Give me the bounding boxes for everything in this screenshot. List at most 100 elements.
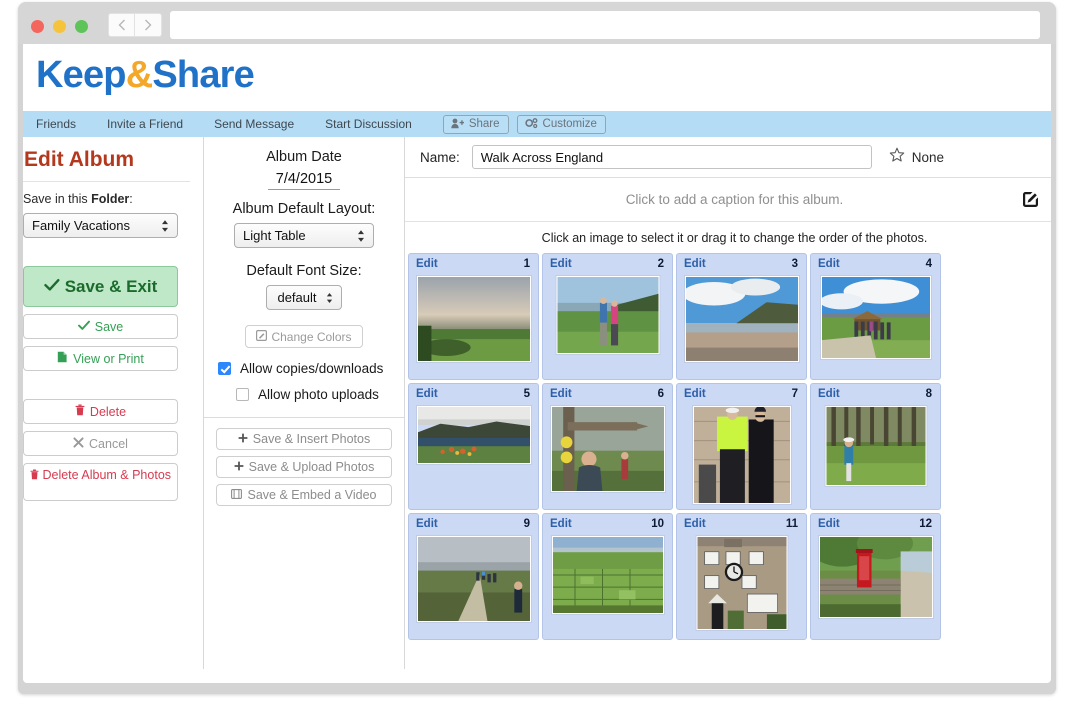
photo-thumbnail[interactable] — [820, 276, 931, 359]
folder-label-bold: Folder — [91, 192, 130, 206]
photo-tile[interactable]: Edit 1 — [408, 253, 539, 380]
save-and-upload-photos-button[interactable]: Save & Upload Photos — [216, 456, 392, 478]
photo-thumbnail[interactable] — [416, 276, 531, 362]
photo-thumbnail[interactable] — [556, 276, 659, 354]
photo-tile[interactable]: Edit 8 — [810, 383, 941, 510]
photo-tile[interactable]: Edit 9 — [408, 513, 539, 640]
photo-edit-link[interactable]: Edit — [416, 388, 438, 400]
photo-number: 4 — [925, 258, 932, 270]
nav-item-send-message[interactable]: Send Message — [214, 117, 294, 131]
nav-item-start-discussion[interactable]: Start Discussion — [325, 117, 412, 131]
save-button-label: Save — [94, 319, 124, 334]
album-default-layout-label: Album Default Layout: — [232, 201, 376, 217]
photo-thumbnail[interactable] — [684, 276, 799, 362]
allow-copies-downloads-checkbox[interactable] — [218, 362, 231, 375]
photo-tile[interactable]: Edit 2 — [542, 253, 673, 380]
chevron-updown-icon — [161, 219, 169, 232]
allow-photo-uploads-row[interactable]: Allow photo uploads — [214, 387, 394, 402]
save-and-insert-photos-button[interactable]: Save & Insert Photos — [216, 428, 392, 450]
edit-caption-icon[interactable] — [1022, 191, 1039, 213]
photo-number: 7 — [791, 388, 798, 400]
photo-thumbnail[interactable] — [818, 536, 933, 618]
photo-edit-link[interactable]: Edit — [818, 388, 840, 400]
album-date-value[interactable]: 7/4/2015 — [267, 171, 341, 190]
change-colors-button[interactable]: Change Colors — [245, 325, 363, 348]
keepandshare-logo[interactable]: Keep&Share — [36, 54, 255, 97]
photo-number: 1 — [523, 258, 530, 270]
photo-tile[interactable]: Edit 6 — [542, 383, 673, 510]
address-bar[interactable] — [170, 11, 1040, 39]
photo-edit-link[interactable]: Edit — [416, 518, 438, 530]
photo-edit-link[interactable]: Edit — [416, 258, 438, 270]
photo-edit-link[interactable]: Edit — [684, 388, 706, 400]
album-layout-select[interactable]: Light Table — [234, 223, 374, 248]
photo-thumbnail[interactable] — [696, 536, 787, 630]
photo-thumbnail[interactable] — [551, 536, 664, 614]
photo-number: 2 — [657, 258, 664, 270]
photo-tile[interactable]: Edit 7 — [676, 383, 807, 510]
photo-edit-link[interactable]: Edit — [550, 258, 572, 270]
folder-label-prefix: Save in this — [23, 192, 92, 206]
photo-tile[interactable]: Edit 3 — [676, 253, 807, 380]
save-button[interactable]: Save — [23, 314, 178, 339]
photo-thumbnail[interactable] — [416, 406, 531, 464]
minimize-window-button[interactable] — [53, 20, 66, 33]
photo-tile[interactable]: Edit 5 — [408, 383, 539, 510]
photo-thumbnail[interactable] — [416, 536, 531, 622]
save-and-exit-button[interactable]: Save & Exit — [23, 266, 178, 307]
album-content-panel: Name: None Click to add a caption for th… — [405, 137, 1051, 669]
photo-edit-link[interactable]: Edit — [550, 388, 572, 400]
delete-button[interactable]: Delete — [23, 399, 178, 424]
album-caption-bar[interactable]: Click to add a caption for this album. — [405, 178, 1051, 222]
photo-tile[interactable]: Edit 11 — [676, 513, 807, 640]
photo-thumbnail[interactable] — [825, 406, 926, 486]
photo-number: 11 — [785, 518, 798, 530]
view-or-print-button[interactable]: View or Print — [23, 346, 178, 371]
x-icon — [73, 436, 84, 451]
cancel-button[interactable]: Cancel — [23, 431, 178, 456]
browser-window: Keep&Share Friends Invite a Friend Send … — [18, 2, 1056, 694]
folder-select[interactable]: Family Vacations — [23, 213, 178, 238]
photo-edit-link[interactable]: Edit — [818, 518, 840, 530]
nav-item-invite-a-friend[interactable]: Invite a Friend — [107, 117, 183, 131]
chevron-updown-icon — [326, 292, 333, 304]
photo-thumbnail[interactable] — [550, 406, 665, 492]
allow-photo-uploads-label: Allow photo uploads — [258, 387, 379, 402]
album-star-rating[interactable]: None — [889, 147, 944, 168]
allow-photo-uploads-checkbox[interactable] — [236, 388, 249, 401]
nav-item-friends[interactable]: Friends — [36, 117, 76, 131]
allow-copies-downloads-row[interactable]: Allow copies/downloads — [214, 361, 394, 376]
customize-button[interactable]: Customize — [516, 114, 606, 134]
photo-edit-link[interactable]: Edit — [818, 258, 840, 270]
save-and-embed-video-button[interactable]: Save & Embed a Video — [216, 484, 392, 506]
photo-tile[interactable]: Edit 10 — [542, 513, 673, 640]
album-name-input[interactable] — [471, 145, 872, 169]
photo-thumbnail[interactable] — [692, 406, 791, 504]
close-window-button[interactable] — [31, 20, 44, 33]
browser-titlebar — [18, 2, 1056, 44]
forward-button[interactable] — [135, 13, 162, 37]
trash-icon — [30, 468, 42, 482]
photo-tile[interactable]: Edit 4 — [810, 253, 941, 380]
photo-number: 12 — [919, 518, 932, 530]
default-font-size-select[interactable]: default — [266, 285, 342, 310]
folder-select-value: Family Vacations — [32, 218, 131, 233]
photo-edit-link[interactable]: Edit — [684, 518, 706, 530]
photo-tile[interactable]: Edit 12 — [810, 513, 941, 640]
save-and-exit-label: Save & Exit — [64, 276, 158, 296]
photo-number: 8 — [925, 388, 932, 400]
share-button-label: Share — [468, 117, 500, 130]
photo-edit-link[interactable]: Edit — [550, 518, 572, 530]
delete-album-and-photos-button[interactable]: Delete Album & Photos — [23, 463, 178, 501]
star-icon[interactable] — [889, 147, 905, 168]
save-and-insert-photos-label: Save & Insert Photos — [252, 432, 371, 446]
back-button[interactable] — [108, 13, 135, 37]
trash-icon — [75, 404, 85, 419]
photo-edit-link[interactable]: Edit — [684, 258, 706, 270]
plus-icon — [238, 432, 248, 446]
change-colors-label: Change Colors — [271, 329, 352, 344]
maximize-window-button[interactable] — [75, 20, 88, 33]
page-content: Keep&Share Friends Invite a Friend Send … — [23, 44, 1051, 669]
photo-number: 9 — [523, 518, 530, 530]
share-button[interactable]: Share — [442, 114, 509, 134]
